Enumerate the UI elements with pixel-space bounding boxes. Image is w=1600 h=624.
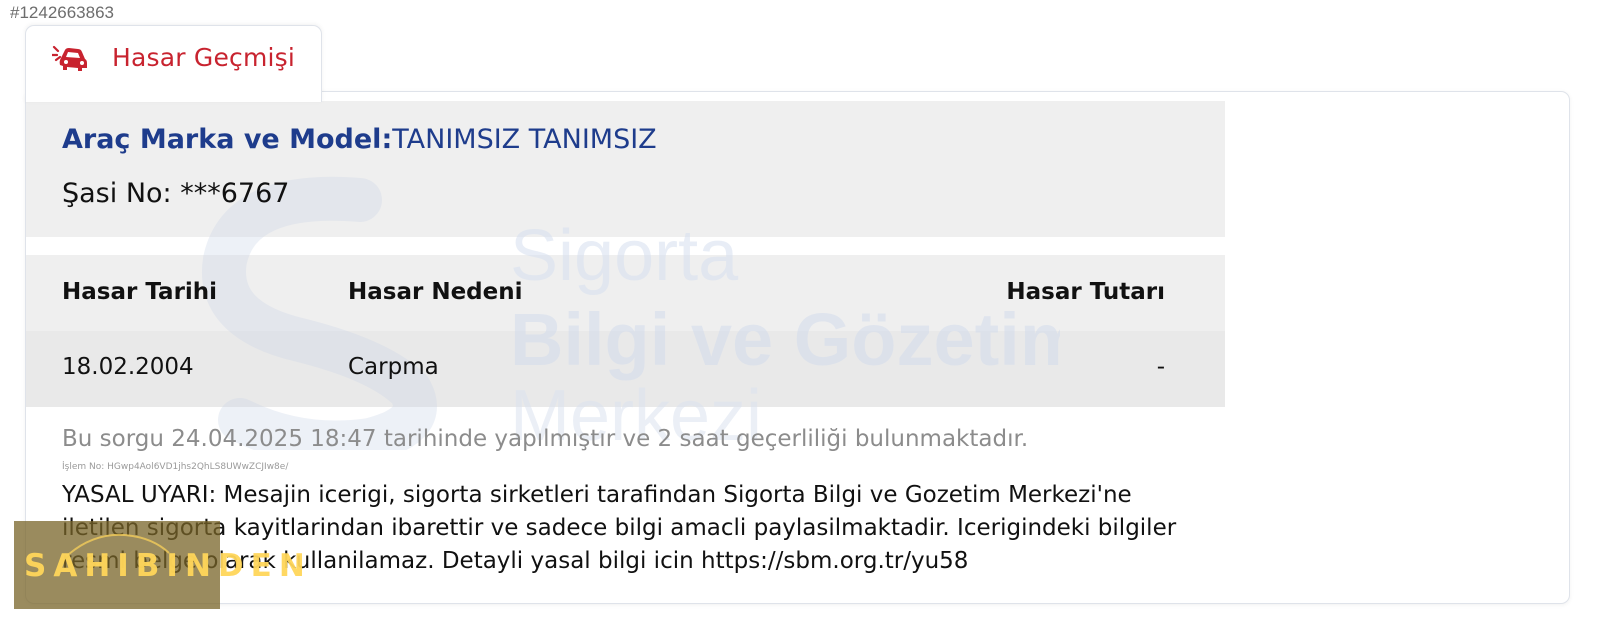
vehicle-model-value: TANIMSIZ TANIMSIZ — [392, 124, 657, 155]
vehicle-model-label: Araç Marka ve Model: — [62, 124, 393, 155]
record-id: #1242663863 — [10, 3, 115, 22]
table-row — [26, 331, 1225, 407]
tab-label: Hasar Geçmişi — [112, 43, 296, 72]
column-header-date: Hasar Tarihi — [62, 279, 218, 305]
query-validity-note: Bu sorgu 24.04.2025 18:47 tarihinde yapı… — [62, 426, 1029, 452]
vehicle-info-band — [26, 101, 1225, 237]
column-header-cause: Hasar Nedeni — [348, 279, 523, 305]
vehicle-model: Araç Marka ve Model:TANIMSIZ TANIMSIZ — [62, 124, 657, 155]
transaction-number: İşlem No: HGwp4Aol6VD1jhs2QhLS8UWwZCJIw8… — [62, 462, 289, 472]
logo-text: SAHIBINDEN — [24, 548, 312, 584]
chassis-number: Şasi No: ***6767 — [62, 178, 290, 209]
cell-damage-cause: Carpma — [348, 354, 439, 380]
column-header-amount: Hasar Tutarı — [1006, 279, 1165, 305]
tab-damage-history[interactable]: Hasar Geçmişi — [25, 25, 322, 102]
cell-damage-amount: - — [1156, 354, 1165, 380]
sahibinden-logo-watermark: SAHIBINDEN — [14, 521, 305, 609]
car-crash-icon — [52, 45, 87, 71]
cell-damage-date: 18.02.2004 — [62, 354, 194, 380]
